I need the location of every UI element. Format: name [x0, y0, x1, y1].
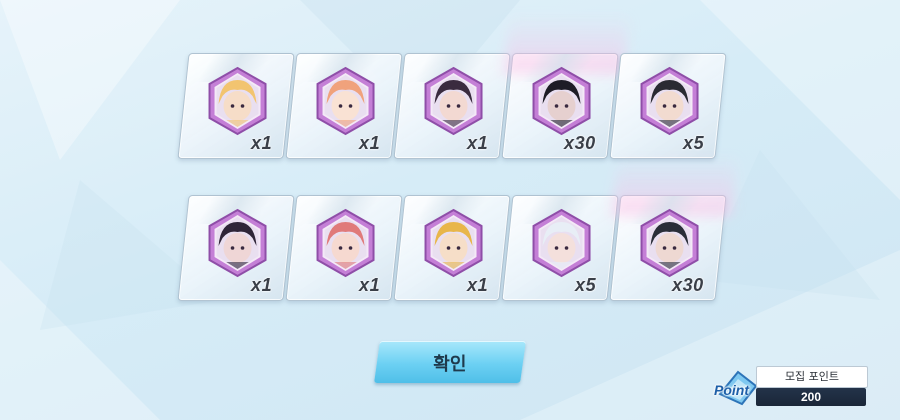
point-badge-label: Point — [714, 382, 749, 398]
reward-card[interactable]: x1 — [177, 53, 295, 159]
reward-count: x1 — [251, 275, 273, 295]
character-portrait-hexagon — [639, 208, 701, 278]
character-portrait-hexagon — [207, 66, 269, 136]
recruit-points-panel: Point 모집 포인트 200 — [712, 362, 900, 420]
character-portrait-hexagon — [531, 66, 593, 136]
character-portrait-hexagon — [423, 66, 485, 136]
reward-card[interactable]: x1 — [393, 195, 511, 301]
character-portrait-hexagon — [639, 66, 701, 136]
character-portrait-hexagon — [315, 208, 377, 278]
reward-card[interactable]: x5 — [609, 53, 727, 159]
recruit-points-title: 모집 포인트 — [756, 366, 868, 388]
reward-card[interactable]: x30 — [609, 195, 727, 301]
reward-card[interactable]: x1 — [177, 195, 295, 301]
reward-count: x30 — [672, 275, 705, 295]
reward-count: x1 — [359, 275, 381, 295]
character-portrait-hexagon — [315, 66, 377, 136]
recruit-points-value: 200 — [756, 388, 866, 406]
reward-card[interactable]: x1 — [393, 53, 511, 159]
reward-count: x5 — [683, 133, 705, 153]
confirm-button-label: 확인 — [433, 354, 467, 375]
confirm-button[interactable]: 확인 — [374, 341, 526, 383]
character-portrait-hexagon — [531, 208, 593, 278]
reward-card[interactable]: x5 — [501, 195, 619, 301]
reward-count: x30 — [564, 133, 597, 153]
reward-card[interactable]: x1 — [285, 53, 403, 159]
reward-card[interactable]: x1 — [285, 195, 403, 301]
character-portrait-hexagon — [423, 208, 485, 278]
reward-count: x1 — [251, 133, 273, 153]
character-portrait-hexagon — [207, 208, 269, 278]
reward-count: x1 — [467, 275, 489, 295]
reward-count: x5 — [575, 275, 597, 295]
reward-card[interactable]: x30 — [501, 53, 619, 159]
reward-count: x1 — [359, 133, 381, 153]
reward-count: x1 — [467, 133, 489, 153]
